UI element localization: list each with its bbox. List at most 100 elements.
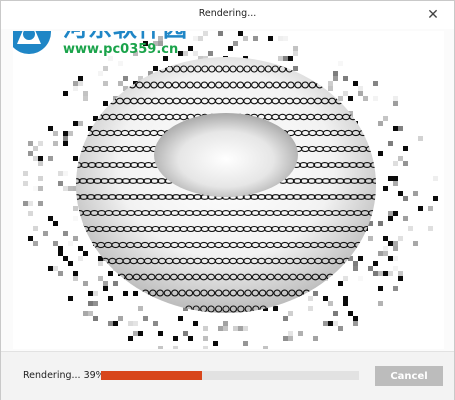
render-pixel bbox=[53, 131, 58, 136]
render-pixel bbox=[133, 331, 138, 336]
render-pixel bbox=[393, 176, 398, 181]
render-pixel bbox=[78, 81, 83, 86]
render-pixel bbox=[233, 326, 238, 331]
render-pixel bbox=[328, 81, 333, 86]
render-pixel bbox=[58, 246, 63, 251]
render-pixel bbox=[418, 206, 423, 211]
render-pixel bbox=[28, 151, 33, 156]
progress-label: Rendering... 39% bbox=[23, 370, 105, 381]
render-pixel bbox=[388, 256, 393, 261]
render-pixel bbox=[218, 31, 223, 36]
render-pixel bbox=[328, 86, 333, 91]
render-pixel bbox=[33, 186, 38, 191]
render-pixel bbox=[188, 46, 193, 51]
render-pixel bbox=[323, 321, 328, 326]
render-pixel bbox=[243, 326, 248, 331]
render-pixel bbox=[218, 326, 223, 331]
render-pixel bbox=[433, 196, 438, 201]
render-pixel bbox=[343, 296, 348, 301]
render-pixel bbox=[43, 231, 48, 236]
render-pixel bbox=[63, 131, 68, 136]
render-pixel bbox=[108, 271, 113, 276]
render-pixel bbox=[33, 146, 38, 151]
render-pixel bbox=[288, 56, 293, 61]
render-pixel bbox=[73, 271, 78, 276]
render-pixel bbox=[158, 331, 163, 336]
render-pixel bbox=[103, 281, 108, 286]
render-pixel bbox=[393, 246, 398, 251]
render-pixel bbox=[63, 186, 68, 191]
render-pixel bbox=[53, 221, 58, 226]
render-pixel bbox=[68, 261, 73, 266]
render-pixel bbox=[58, 171, 63, 176]
window-title: Rendering... bbox=[198, 8, 257, 19]
render-pixel bbox=[283, 36, 288, 41]
render-pixel bbox=[63, 136, 68, 141]
render-pixel bbox=[138, 331, 143, 336]
render-pixel bbox=[383, 116, 388, 121]
render-pixel bbox=[38, 201, 43, 206]
render-pixel bbox=[103, 66, 108, 71]
render-pixel bbox=[133, 291, 138, 296]
render-pixel bbox=[88, 301, 93, 306]
render-pixel bbox=[358, 276, 363, 281]
render-pixel bbox=[103, 286, 108, 291]
render-pixel bbox=[413, 191, 418, 196]
render-preview: 河东软件园 www.pc0359.cn bbox=[13, 31, 444, 349]
render-pixel bbox=[243, 341, 248, 346]
render-pixel bbox=[178, 316, 183, 321]
render-pixel bbox=[413, 241, 418, 246]
render-pixel bbox=[103, 101, 108, 106]
render-pixel bbox=[58, 251, 63, 256]
render-pixel bbox=[378, 286, 383, 291]
render-pixel bbox=[23, 181, 28, 186]
render-pixel bbox=[38, 161, 43, 166]
render-pixel bbox=[328, 321, 333, 326]
render-pixel bbox=[28, 236, 33, 241]
render-pixel bbox=[153, 66, 158, 71]
render-pixel bbox=[98, 71, 103, 76]
render-pixel bbox=[343, 276, 348, 281]
render-pixel bbox=[53, 266, 58, 271]
render-pixel bbox=[68, 241, 73, 246]
title-bar[interactable]: Rendering... ✕ bbox=[1, 1, 454, 29]
render-pixel bbox=[63, 171, 68, 176]
render-pixel bbox=[173, 346, 178, 349]
render-pixel bbox=[88, 311, 93, 316]
render-pixel bbox=[223, 321, 228, 326]
render-pixel bbox=[33, 226, 38, 231]
render-pixel bbox=[388, 141, 393, 146]
render-pixel bbox=[353, 321, 358, 326]
cancel-button[interactable]: Cancel bbox=[375, 366, 443, 386]
render-pixel bbox=[378, 221, 383, 226]
render-pixel bbox=[288, 311, 293, 316]
render-pixel bbox=[403, 161, 408, 166]
render-pixel bbox=[83, 251, 88, 256]
render-pixel bbox=[23, 201, 28, 206]
render-pixel bbox=[203, 346, 208, 349]
render-pixel bbox=[213, 341, 218, 346]
render-pixel bbox=[283, 336, 288, 341]
render-pixel bbox=[388, 241, 393, 246]
render-pixel bbox=[193, 321, 198, 326]
close-icon[interactable]: ✕ bbox=[424, 6, 442, 24]
render-pixel bbox=[38, 176, 43, 181]
render-pixel bbox=[113, 281, 118, 286]
render-pixel bbox=[28, 201, 33, 206]
render-pixel bbox=[373, 96, 378, 101]
render-pixel bbox=[333, 311, 338, 316]
render-pixel bbox=[263, 346, 268, 349]
render-pixel bbox=[373, 81, 378, 86]
render-pixel bbox=[98, 261, 103, 266]
render-pixel bbox=[393, 126, 398, 131]
render-pixel bbox=[398, 271, 403, 276]
render-pixel bbox=[153, 321, 158, 326]
render-pixel bbox=[53, 141, 58, 146]
render-pixel bbox=[408, 226, 413, 231]
render-pixel bbox=[48, 216, 53, 221]
render-pixel bbox=[28, 211, 33, 216]
render-pixel bbox=[203, 326, 208, 331]
render-pixel bbox=[83, 96, 88, 101]
render-pixel bbox=[73, 216, 78, 221]
render-pixel bbox=[233, 41, 238, 46]
